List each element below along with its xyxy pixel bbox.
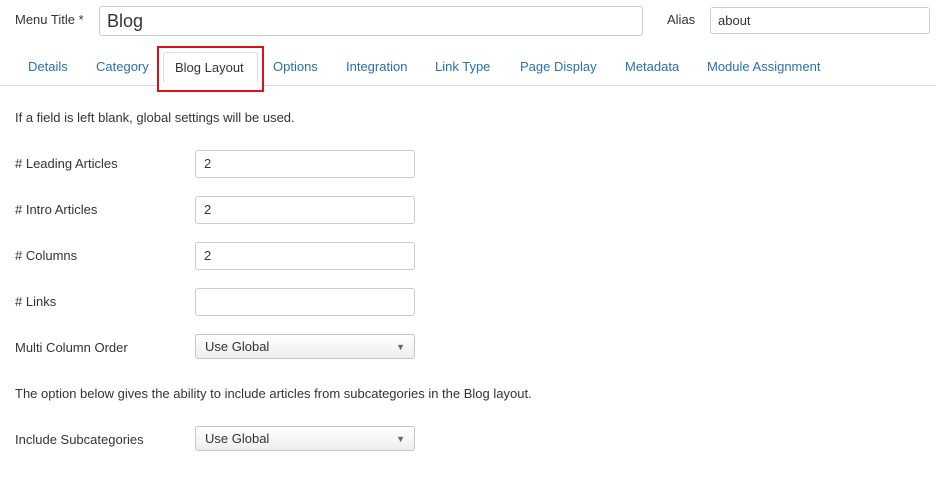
tab-blog-layout-label: Blog Layout	[175, 60, 244, 75]
leading-articles-label: # Leading Articles	[15, 156, 118, 171]
tab-bar: Details Category Blog Layout Options Int…	[0, 45, 936, 92]
menu-title-label: Menu Title *	[15, 12, 84, 27]
chevron-down-icon: ▼	[396, 342, 405, 352]
menu-title-input[interactable]: Blog	[99, 6, 643, 36]
tab-module-assignment[interactable]: Module Assignment	[707, 45, 820, 86]
tab-metadata[interactable]: Metadata	[625, 45, 679, 86]
columns-input[interactable]: 2	[195, 242, 415, 270]
tab-page-display[interactable]: Page Display	[520, 45, 597, 86]
chevron-down-icon: ▼	[396, 434, 405, 444]
tab-details[interactable]: Details	[28, 45, 68, 86]
include-subcategories-select[interactable]: Use Global ▼	[195, 426, 415, 451]
alias-label: Alias	[667, 12, 696, 27]
multi-column-order-label: Multi Column Order	[15, 340, 128, 355]
columns-label: # Columns	[15, 248, 78, 263]
intro-articles-label: # Intro Articles	[15, 202, 98, 217]
multi-column-order-value: Use Global	[205, 339, 270, 354]
tab-blog-layout[interactable]: Blog Layout	[157, 46, 264, 92]
include-subcategories-label: Include Subcategories	[15, 432, 144, 447]
links-label: # Links	[15, 294, 57, 309]
blank-fields-note: If a field is left blank, global setting…	[15, 110, 295, 125]
intro-articles-input[interactable]: 2	[195, 196, 415, 224]
subcategories-note: The option below gives the ability to in…	[15, 386, 532, 401]
tab-options[interactable]: Options	[273, 45, 318, 86]
links-input[interactable]	[195, 288, 415, 316]
alias-input[interactable]: about	[710, 7, 930, 34]
leading-articles-input[interactable]: 2	[195, 150, 415, 178]
multi-column-order-select[interactable]: Use Global ▼	[195, 334, 415, 359]
tab-link-type[interactable]: Link Type	[435, 45, 490, 86]
tab-integration[interactable]: Integration	[346, 45, 407, 86]
tab-category[interactable]: Category	[96, 45, 149, 86]
include-subcategories-value: Use Global	[205, 431, 270, 446]
